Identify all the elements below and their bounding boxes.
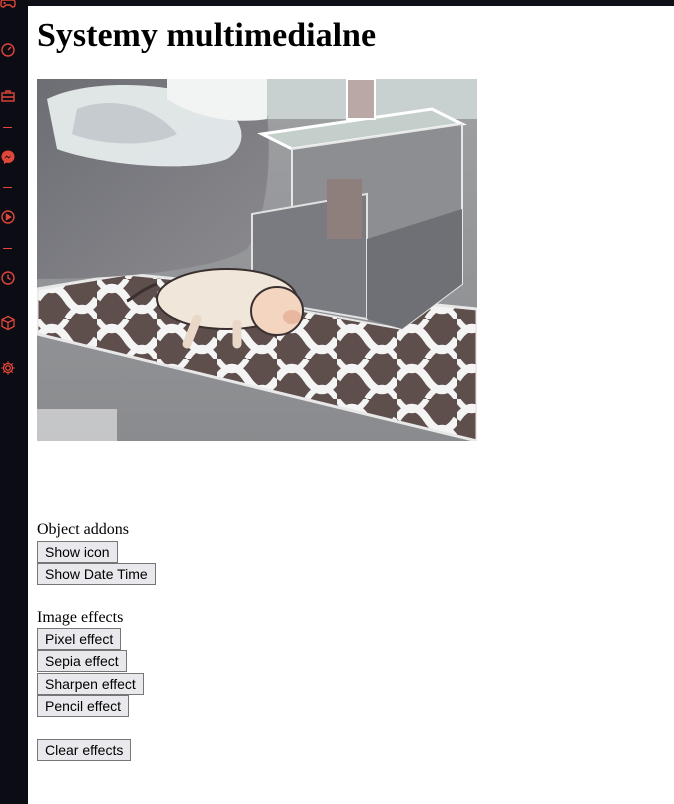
pencil-effect-button[interactable]: Pencil effect (37, 695, 130, 717)
play-icon[interactable] (0, 208, 16, 226)
briefcase-icon[interactable] (0, 87, 16, 105)
show-icon-button[interactable]: Show icon (37, 541, 118, 563)
side-dock (0, 0, 28, 804)
page-title: Systemy multimedialne (37, 17, 377, 54)
show-date-time-button[interactable]: Show Date Time (37, 563, 156, 585)
cube-icon[interactable] (0, 314, 16, 332)
image-effects-label: Image effects (37, 609, 124, 626)
window-top-bar (0, 0, 674, 6)
sepia-effect-button[interactable]: Sepia effect (37, 650, 127, 672)
pixel-effect-button[interactable]: Pixel effect (37, 628, 122, 650)
gear-icon[interactable] (0, 359, 16, 377)
dock-separator (3, 127, 12, 128)
gamepad-icon[interactable] (0, 0, 16, 12)
webcam-video (37, 79, 477, 519)
object-addons-label: Object addons (37, 521, 129, 538)
messenger-icon[interactable] (0, 148, 16, 166)
sharpen-effect-button[interactable]: Sharpen effect (37, 673, 144, 695)
clock-icon[interactable] (0, 269, 16, 287)
dock-separator (3, 248, 12, 249)
speedometer-icon[interactable] (0, 41, 16, 59)
webcam-frame-image (37, 79, 477, 519)
dock-separator (3, 187, 12, 188)
clear-effects-button[interactable]: Clear effects (37, 739, 132, 761)
